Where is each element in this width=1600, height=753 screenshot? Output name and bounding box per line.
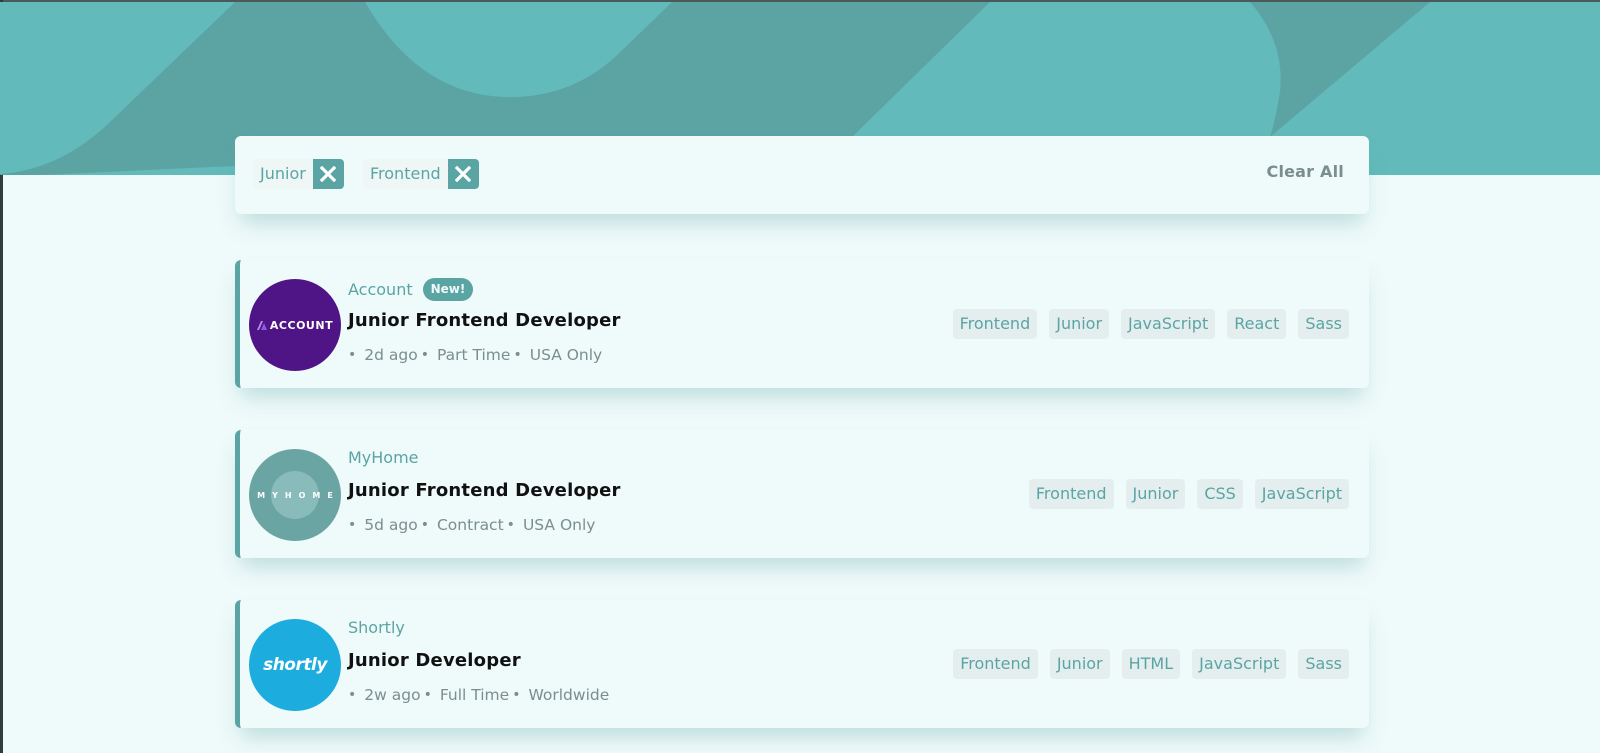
job-card-account: ACCOUNT Account New! Junior Frontend Dev…: [235, 260, 1369, 388]
job-location: USA Only: [529, 346, 603, 364]
job-location: Worldwide: [528, 686, 610, 704]
filter-bar: Junior Frontend Clear All: [235, 136, 1369, 214]
tag-button[interactable]: React: [1227, 309, 1287, 339]
company-logo-shortly: shortly: [249, 619, 341, 711]
contract-type: Part Time: [436, 346, 511, 364]
tag-button[interactable]: Sass: [1298, 309, 1349, 339]
job-meta: • 2d ago • Part Time • USA Only: [348, 346, 603, 364]
tag-button[interactable]: Junior: [1049, 309, 1110, 339]
tag-button[interactable]: Frontend: [952, 309, 1038, 339]
logo-wordmark: ACCOUNT: [256, 319, 333, 332]
posted-at: 5d ago: [364, 516, 418, 534]
logo-wordmark: MYHOME: [257, 490, 340, 500]
tag-button[interactable]: JavaScript: [1254, 479, 1349, 509]
company-logo-account: ACCOUNT: [249, 279, 341, 371]
tag-button[interactable]: Frontend: [1028, 479, 1114, 509]
account-logo-icon: [256, 320, 267, 330]
posted-at: 2d ago: [364, 346, 418, 364]
tag-button[interactable]: JavaScript: [1121, 309, 1216, 339]
tag-button[interactable]: CSS: [1197, 479, 1243, 509]
company-name: Shortly: [348, 618, 405, 637]
contract-type: Contract: [436, 516, 504, 534]
filter-chip-frontend: Frontend: [363, 159, 479, 189]
job-title[interactable]: Junior Frontend Developer: [348, 310, 621, 331]
filter-chip-label: Frontend: [363, 159, 448, 189]
job-card-shortly: shortly Shortly Junior Developer • 2w ago…: [235, 600, 1369, 728]
close-icon: [455, 166, 472, 182]
clear-all-button[interactable]: Clear All: [1267, 162, 1345, 181]
tag-button[interactable]: JavaScript: [1192, 649, 1287, 679]
job-tags: Frontend Junior HTML JavaScript Sass: [953, 649, 1349, 679]
company-row: Account New!: [348, 278, 474, 301]
filter-chip-junior: Junior: [253, 159, 344, 189]
company-name: Account: [348, 280, 413, 299]
close-icon: [320, 166, 337, 182]
remove-filter-junior-button[interactable]: [312, 159, 344, 189]
company-row: MyHome: [348, 448, 419, 467]
tag-button[interactable]: Junior: [1049, 649, 1110, 679]
job-tags: Frontend Junior JavaScript React Sass: [952, 309, 1349, 339]
company-name: MyHome: [348, 448, 419, 467]
posted-at: 2w ago: [364, 686, 421, 704]
job-tags: Frontend Junior CSS JavaScript: [1028, 479, 1349, 509]
tag-button[interactable]: Junior: [1125, 479, 1186, 509]
contract-type: Full Time: [439, 686, 510, 704]
job-location: USA Only: [522, 516, 596, 534]
tag-button[interactable]: Frontend: [953, 649, 1038, 679]
filter-chip-label: Junior: [253, 159, 313, 189]
tag-button[interactable]: Sass: [1298, 649, 1349, 679]
new-badge: New!: [422, 278, 474, 301]
logo-wordmark: shortly: [263, 655, 327, 675]
job-title[interactable]: Junior Developer: [348, 650, 521, 671]
company-row: Shortly: [348, 618, 405, 637]
company-logo-myhome: MYHOME: [249, 449, 341, 541]
job-title[interactable]: Junior Frontend Developer: [348, 480, 621, 501]
remove-filter-frontend-button[interactable]: [447, 159, 479, 189]
job-meta: • 2w ago • Full Time • Worldwide: [348, 686, 610, 704]
job-meta: • 5d ago • Contract • USA Only: [348, 516, 596, 534]
tag-button[interactable]: HTML: [1121, 649, 1181, 679]
job-card-myhome: MYHOME MyHome Junior Frontend Developer …: [235, 430, 1369, 558]
